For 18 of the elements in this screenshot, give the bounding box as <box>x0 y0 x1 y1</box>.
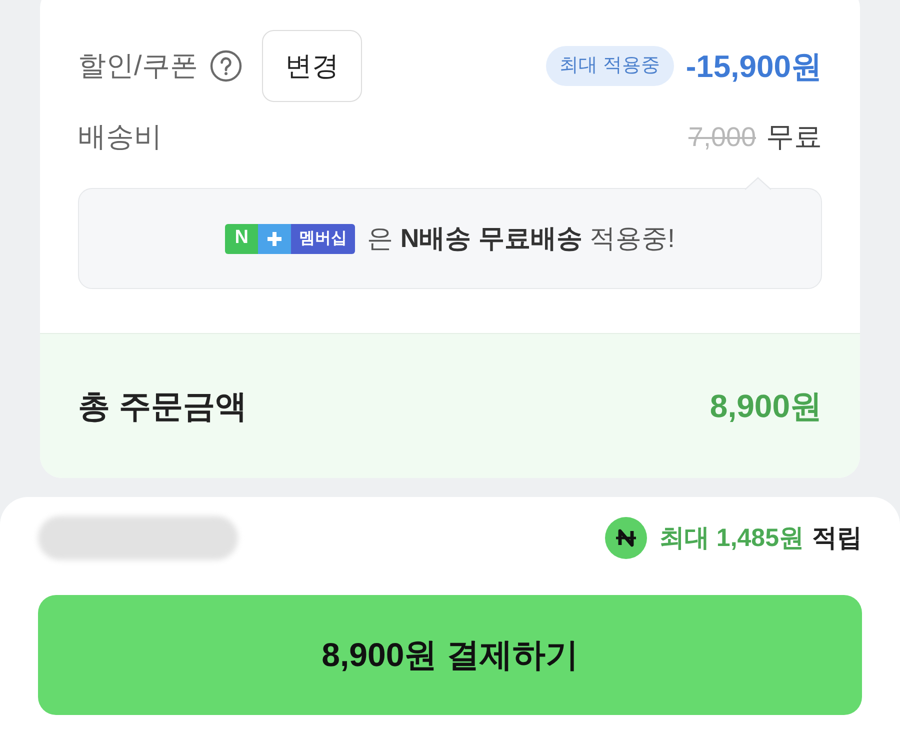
points-coin-icon <box>605 517 648 559</box>
total-amount: 8,900원 <box>710 390 822 422</box>
help-icon[interactable] <box>210 50 242 82</box>
change-button[interactable]: 변경 <box>262 30 362 102</box>
shipping-price: 무료 <box>766 123 822 151</box>
original-shipping-price: 7,000 <box>688 124 756 150</box>
discount-amount: -15,900원 <box>686 50 822 82</box>
plus-icon <box>258 224 292 254</box>
discount-label: 할인/쿠폰 <box>78 52 198 80</box>
total-label: 총 주문금액 <box>78 390 247 422</box>
points-amount: 최대 1,485원 <box>659 526 804 550</box>
free-shipping-notice: 은 N배송 무료배송 적용중! <box>367 222 675 255</box>
pay-button[interactable]: 8,900원 결제하기 <box>38 595 862 715</box>
points-suffix: 적립 <box>812 526 862 550</box>
logo-letter-tile: N <box>225 224 258 254</box>
shipping-label: 배송비 <box>78 123 162 151</box>
discount-badge: 최대 적용중 <box>546 46 674 86</box>
membership-tag: 멤버십 <box>291 224 356 254</box>
